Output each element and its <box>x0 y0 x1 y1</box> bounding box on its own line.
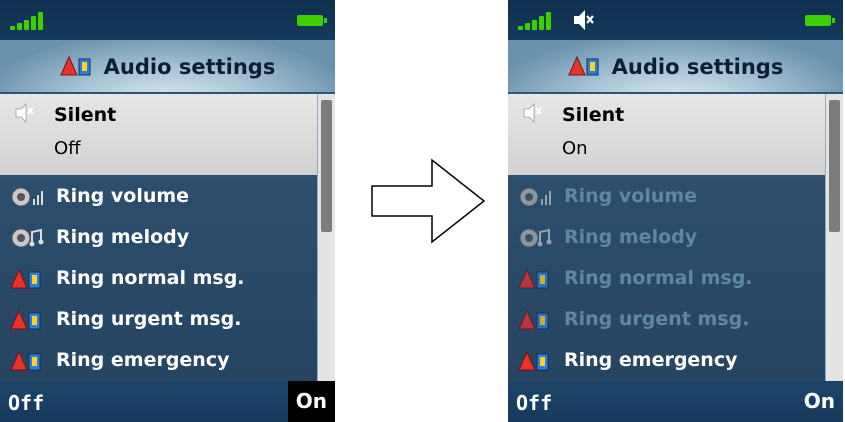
silent-setting-row[interactable]: Silent On <box>508 94 825 175</box>
menu-item-ring-emergency[interactable]: Ring emergency <box>508 341 825 381</box>
phone-screen-before: Audio settings Silent Off Ring volume Ri… <box>0 0 335 422</box>
audio-settings-icon <box>518 350 549 371</box>
scrollbar-thumb[interactable] <box>829 100 840 232</box>
menu-item-label: Ring urgent msg. <box>56 308 242 330</box>
mute-icon <box>15 103 34 123</box>
softkey-on[interactable]: On <box>287 381 335 422</box>
audio-settings-icon <box>10 350 41 371</box>
audio-settings-icon <box>518 309 549 330</box>
mute-icon <box>523 103 542 123</box>
mute-icon <box>574 10 594 30</box>
menu-item-label: Ring melody <box>56 226 190 248</box>
menu-item-ring-volume[interactable]: Ring volume <box>0 177 317 217</box>
scrollbar[interactable] <box>317 94 335 381</box>
page-title: Audio settings <box>0 55 335 79</box>
menu-item-ring-urgent-msg: Ring urgent msg. <box>508 300 825 340</box>
status-bar <box>508 0 843 40</box>
melody-icon <box>519 228 552 248</box>
title-bar: Audio settings <box>0 40 335 93</box>
battery-icon <box>805 15 835 26</box>
melody-icon <box>11 228 44 248</box>
page-title-label: Audio settings <box>611 55 784 79</box>
silent-value: Off <box>54 138 81 159</box>
audio-settings-icon <box>518 268 549 289</box>
silent-label: Silent <box>562 104 625 126</box>
menu-item-ring-normal-msg[interactable]: Ring normal msg. <box>0 259 317 299</box>
softkey-off[interactable]: Off <box>516 391 552 415</box>
scrollbar-thumb[interactable] <box>321 100 332 232</box>
silent-label: Silent <box>54 104 117 126</box>
title-bar: Audio settings <box>508 40 843 93</box>
softkey-bar: Off On <box>0 381 335 422</box>
softkey-bar: Off On <box>508 381 843 422</box>
silent-setting-row[interactable]: Silent Off <box>0 94 317 175</box>
softkey-off[interactable]: Off <box>8 391 44 415</box>
audio-settings-icon <box>10 268 41 289</box>
audio-settings-icon <box>567 55 599 76</box>
speaker-icon <box>11 187 43 207</box>
menu-item-ring-urgent-msg[interactable]: Ring urgent msg. <box>0 300 317 340</box>
scrollbar[interactable] <box>825 94 843 381</box>
menu-item-label: Ring volume <box>56 185 190 207</box>
menu-item-label: Ring urgent msg. <box>564 308 750 330</box>
audio-settings-icon <box>59 55 91 76</box>
signal-strength-icon <box>518 10 562 30</box>
page-title-label: Audio settings <box>103 55 276 79</box>
menu-item-label: Ring normal msg. <box>564 267 753 289</box>
status-bar <box>0 0 335 40</box>
softkey-on[interactable]: On <box>796 381 843 422</box>
menu-item-ring-melody: Ring melody <box>508 218 825 258</box>
menu-item-ring-melody[interactable]: Ring melody <box>0 218 317 258</box>
menu-item-ring-emergency[interactable]: Ring emergency <box>0 341 317 381</box>
speaker-icon <box>519 187 551 207</box>
menu-item-label: Ring emergency <box>56 349 230 371</box>
menu-item-label: Ring volume <box>564 185 698 207</box>
menu-item-ring-normal-msg: Ring normal msg. <box>508 259 825 299</box>
right-arrow-icon <box>371 158 486 244</box>
signal-strength-icon <box>10 10 54 30</box>
menu-item-label: Ring melody <box>564 226 698 248</box>
page-title: Audio settings <box>508 55 843 79</box>
silent-value: On <box>562 138 588 159</box>
battery-icon <box>297 15 327 26</box>
menu-item-label: Ring emergency <box>564 349 738 371</box>
menu-item-ring-volume: Ring volume <box>508 177 825 217</box>
menu-item-label: Ring normal msg. <box>56 267 245 289</box>
phone-screen-after: Audio settings Silent On Ring volume Rin… <box>508 0 843 422</box>
audio-settings-icon <box>10 309 41 330</box>
